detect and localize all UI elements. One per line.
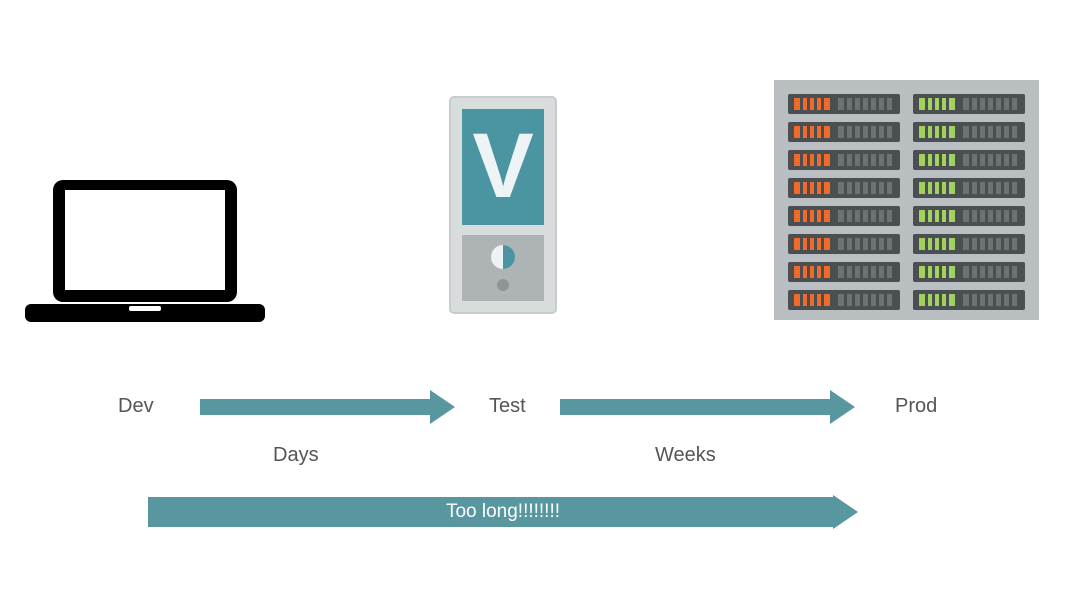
stage-label-prod: Prod <box>895 395 937 418</box>
arrow-test-to-prod <box>560 390 855 424</box>
vserver-icon: V <box>448 95 558 315</box>
arrow-overall: Too long!!!!!!!! <box>148 495 858 529</box>
stage-label-dev: Dev <box>118 395 154 418</box>
server-rack-icon <box>774 80 1039 320</box>
svg-text:V: V <box>472 115 533 217</box>
arrow-dev-to-test <box>200 390 455 424</box>
duration-weeks: Weeks <box>655 444 716 467</box>
stage-label-test: Test <box>489 395 526 418</box>
duration-days: Days <box>273 444 319 467</box>
stage-icons-row: V <box>0 80 1068 330</box>
laptop-icon <box>25 180 265 330</box>
stage-labels-row: Dev Test Prod <box>0 395 1068 435</box>
